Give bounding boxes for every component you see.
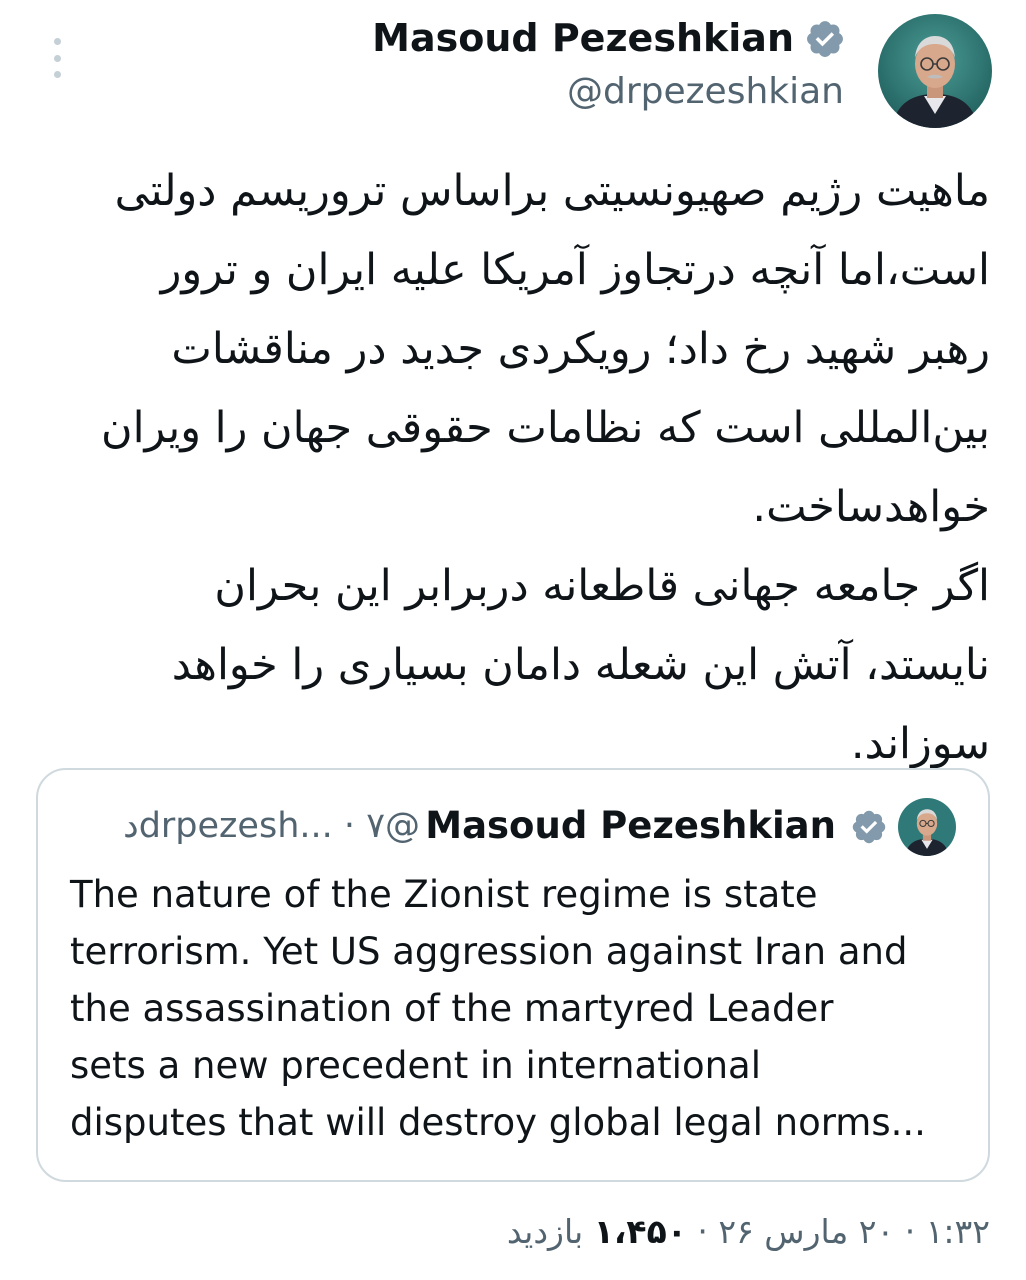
footer-separator: · [904, 1212, 916, 1251]
quoted-author-avatar [898, 798, 956, 856]
meta-separator: · [343, 806, 356, 846]
verified-badge-icon [850, 808, 888, 846]
person-avatar-icon [898, 798, 956, 856]
tweet-text: ماهیت رژیم صهیونسیتی براساس تروریسم دولت… [101, 166, 990, 769]
views-count: ۱،۴۵۰ [593, 1212, 687, 1251]
author-name[interactable]: Masoud Pezeshkian [372, 12, 794, 64]
author-avatar[interactable] [878, 14, 992, 128]
tweet-footer: ۱:۳۲ · ۲۰ مارس ۲۶ · ۱،۴۵۰ بازدید [507, 1206, 990, 1258]
person-avatar-icon [878, 14, 992, 128]
footer-separator: · [697, 1212, 708, 1251]
views-label: بازدید [506, 1212, 584, 1251]
verified-badge-icon [804, 18, 846, 60]
more-options-icon[interactable] [50, 38, 64, 78]
quoted-tweet-meta: @drpezesh... · ۷د [70, 800, 420, 852]
quoted-tweet-text: The nature of the Zionist regime is stat… [70, 873, 926, 1144]
quoted-author-name: Masoud Pezeshkian [425, 804, 836, 847]
more-dot [53, 54, 61, 62]
more-dot [53, 71, 61, 78]
author-handle[interactable]: @drpezeshkian [567, 66, 844, 118]
tweet-date[interactable]: ۲۰ مارس ۲۶ [718, 1212, 894, 1251]
tweet-time[interactable]: ۱:۳۲ [926, 1212, 990, 1251]
more-dot [53, 38, 61, 45]
quoted-tweet-card[interactable]: Masoud Pezeshkian @drpezesh... · ۷د The … [36, 768, 990, 1182]
